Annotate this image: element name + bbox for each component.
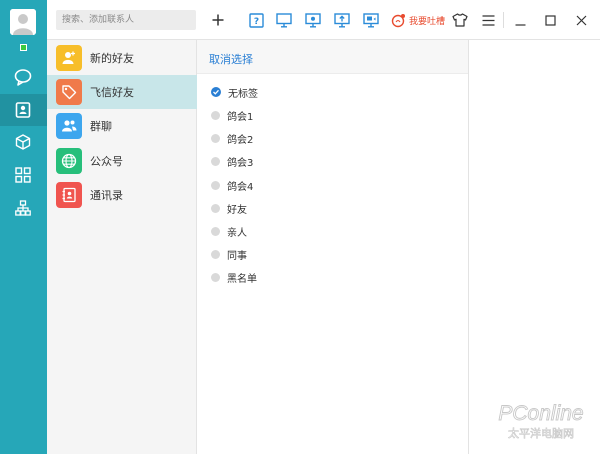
feedback-label: 我要吐槽 <box>409 16 446 27</box>
list-item-label: 新的好友 <box>90 52 134 65</box>
org-chart-icon[interactable] <box>13 198 33 218</box>
screen-cast-icon[interactable] <box>363 10 379 30</box>
tag-option[interactable]: 无标签 <box>211 83 258 101</box>
online-status-indicator[interactable] <box>20 44 27 51</box>
unchecked-circle-icon <box>211 226 220 236</box>
tag-option[interactable]: 黑名单 <box>211 268 257 286</box>
contacts-icon[interactable] <box>0 94 47 126</box>
unchecked-circle-icon <box>211 180 220 190</box>
list-item-fetion-friends[interactable]: 飞信好友 <box>47 75 197 109</box>
chat-icon[interactable] <box>13 67 33 87</box>
address-book-icon <box>56 182 82 208</box>
minimize-icon[interactable] <box>513 10 527 30</box>
cube-icon[interactable] <box>13 132 33 152</box>
unchecked-circle-icon <box>211 203 220 213</box>
contact-category-list: 新的好友 飞信好友 群聊 公众号 通讯录 <box>47 40 197 454</box>
tag-option[interactable]: 鸽会4 <box>211 176 253 194</box>
list-item-label: 公众号 <box>90 155 123 168</box>
globe-icon <box>56 148 82 174</box>
screen-icon[interactable] <box>276 10 292 30</box>
list-item-official-accounts[interactable]: 公众号 <box>47 144 197 178</box>
tag-option[interactable]: 鸽会3 <box>211 152 253 170</box>
tag-option[interactable]: 鸽会2 <box>211 129 253 147</box>
group-icon <box>56 113 82 139</box>
top-toolbar: ? 我要吐槽 <box>47 0 600 40</box>
left-nav <box>0 0 47 454</box>
screen-upload-icon[interactable] <box>334 10 350 30</box>
tag-label: 鸽会3 <box>227 157 254 169</box>
pconline-watermark: PConline 太平洋电脑网 <box>498 402 584 441</box>
detail-pane <box>469 40 600 454</box>
screen-share-icon[interactable] <box>305 10 321 30</box>
tag-option[interactable]: 鸽会1 <box>211 106 253 124</box>
shirt-icon[interactable] <box>451 10 469 30</box>
new-friend-icon <box>56 45 82 71</box>
cancel-selection-link[interactable]: 取消选择 <box>209 51 253 67</box>
tag-label: 鸽会1 <box>227 111 254 123</box>
watermark-subtext: 太平洋电脑网 <box>508 426 574 440</box>
list-item-address-book[interactable]: 通讯录 <box>47 178 197 212</box>
avatar[interactable] <box>10 9 36 35</box>
checked-circle-icon <box>211 87 221 97</box>
list-item-label: 通讯录 <box>90 189 123 202</box>
search-input[interactable] <box>56 10 196 30</box>
unchecked-circle-icon <box>211 156 220 166</box>
toolbar-divider <box>503 12 504 28</box>
unchecked-circle-icon <box>211 272 220 282</box>
tag-icon <box>56 79 82 105</box>
tag-label: 好友 <box>227 204 247 216</box>
watermark-text: PConline <box>498 402 583 425</box>
tags-panel: 取消选择 无标签 鸽会1 鸽会2 鸽会3 鸽会4 好友 亲人 同事 黑名单 <box>197 40 469 454</box>
close-icon[interactable] <box>574 10 588 30</box>
tag-label: 黑名单 <box>227 273 257 285</box>
unchecked-circle-icon <box>211 249 220 259</box>
unchecked-circle-icon <box>211 133 220 143</box>
list-item-group-chats[interactable]: 群聊 <box>47 109 197 143</box>
list-item-label: 群聊 <box>90 120 112 133</box>
help-screen-icon[interactable]: ? <box>248 10 264 30</box>
list-item-new-friends[interactable]: 新的好友 <box>47 41 197 75</box>
feedback-button[interactable]: 我要吐槽 <box>391 10 445 30</box>
tag-label: 无标签 <box>228 88 258 100</box>
tag-option[interactable]: 同事 <box>211 245 247 263</box>
list-item-label: 飞信好友 <box>90 86 134 99</box>
feedback-icon <box>391 13 405 27</box>
menu-icon[interactable] <box>480 10 496 30</box>
tag-label: 鸽会4 <box>227 181 254 193</box>
plus-icon[interactable] <box>210 10 226 30</box>
tag-label: 同事 <box>227 250 247 262</box>
tag-option[interactable]: 亲人 <box>211 222 247 240</box>
maximize-icon[interactable] <box>543 10 557 30</box>
tag-option[interactable]: 好友 <box>211 199 247 217</box>
svg-text:?: ? <box>253 17 258 27</box>
apps-icon[interactable] <box>13 165 33 185</box>
unchecked-circle-icon <box>211 110 220 120</box>
tag-label: 鸽会2 <box>227 134 254 146</box>
tag-label: 亲人 <box>227 227 247 239</box>
